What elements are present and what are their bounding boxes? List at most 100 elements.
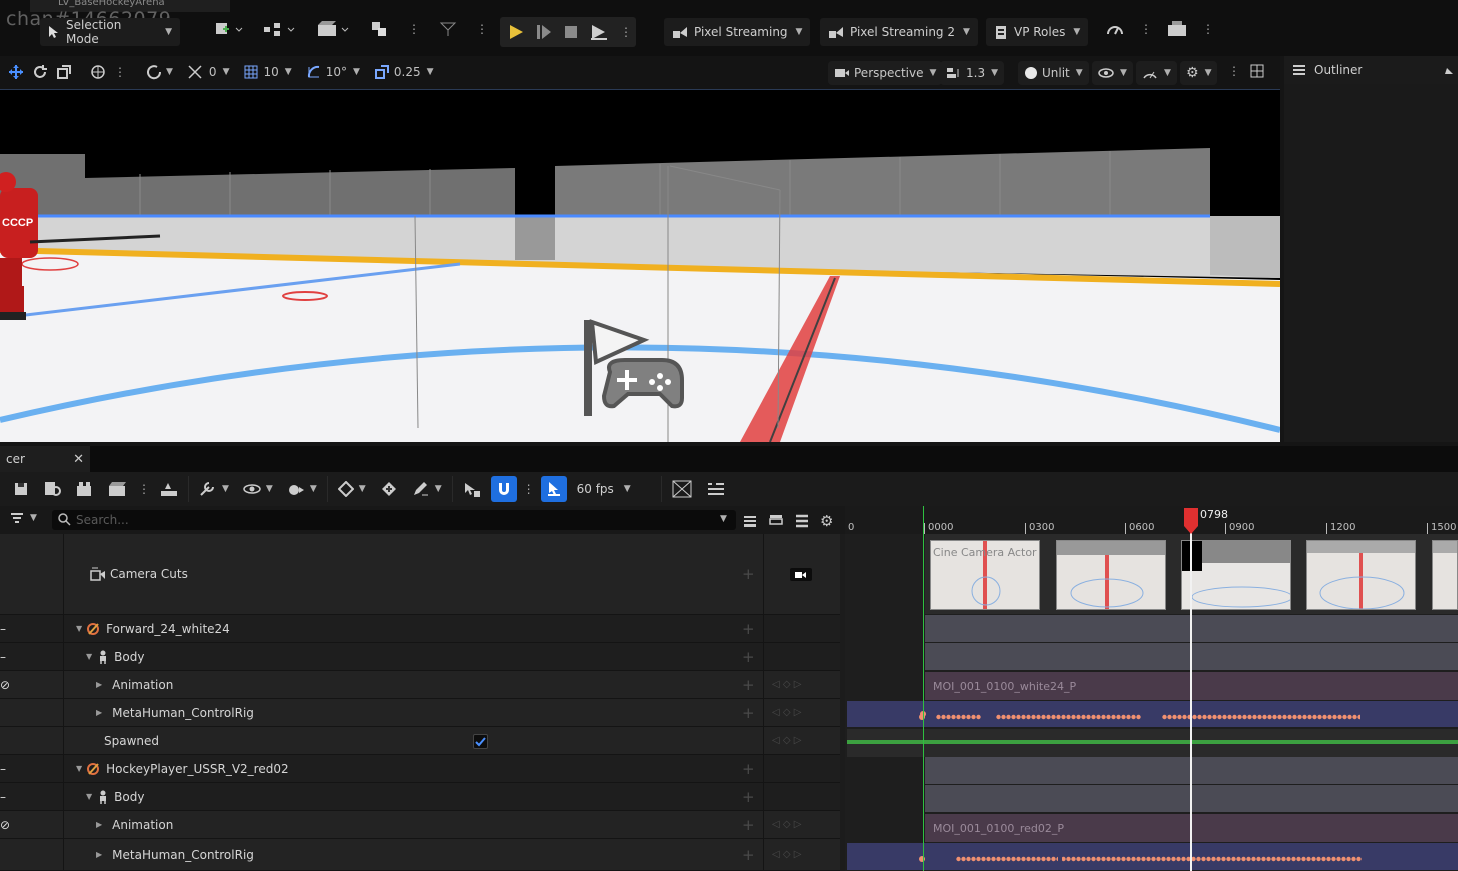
actions-icon[interactable] [156,476,182,502]
more-options-icon[interactable]: ⋮ [1228,64,1240,78]
track-row[interactable]: ▼ Body + [0,783,840,811]
key-nav-icon[interactable]: ◁ ◇ ▷ [772,811,801,838]
key-nav-icon[interactable]: ◁ ◇ ▷ [772,727,801,754]
more-options-icon[interactable]: ⋮ [408,22,420,36]
track-row[interactable]: ▼ Body + [0,643,840,671]
more-options-icon[interactable]: ⋮ [114,65,126,79]
track-row[interactable]: Spawned ◁ ◇ ▷ [0,727,840,755]
angle-snap[interactable]: 10° ▼ [306,64,360,80]
rotate-icon[interactable] [32,64,48,80]
stop-icon[interactable] [564,25,578,39]
add-track-icon[interactable]: + [742,783,755,810]
more-options-icon[interactable]: ⋮ [620,25,632,39]
gear-icon[interactable]: ⚙ [820,512,833,530]
expand-triangle-icon[interactable]: ▼ [76,624,82,633]
expand-triangle-icon[interactable]: ▶ [96,850,102,859]
add-track-icon[interactable]: + [742,643,755,670]
keyframe-strip[interactable] [1162,710,1362,721]
mode-tools-icon[interactable] [438,20,458,38]
track-row[interactable]: Camera Cuts + [0,534,840,615]
keyframe[interactable] [918,852,926,862]
camera-cut-thumbnail[interactable] [1056,540,1166,610]
close-icon[interactable]: ✕ [73,452,84,467]
select-key-icon[interactable] [459,476,485,502]
track-search-input[interactable]: Search... [52,510,736,530]
translate-icon[interactable] [8,64,24,80]
track-row[interactable]: ▶ Animation + ◁ ◇ ▷ [0,671,840,699]
more-options-icon[interactable]: ⋮ [476,22,488,36]
camera-lock-icon[interactable] [668,476,696,502]
minus-icon[interactable]: – [0,622,6,636]
add-track-icon[interactable]: + [742,811,755,838]
render-movie-icon[interactable] [104,476,132,502]
camera-lock-icon[interactable] [790,568,812,581]
time-ruler[interactable]: 0 0000 0300 0600 0900 1200 1500 [845,506,1458,534]
show-flags-dropdown[interactable]: ▼ [1092,61,1133,85]
fov-dropdown[interactable]: 1.3 ▼ [940,61,1005,85]
tools-dropdown[interactable]: ▼ [195,476,233,502]
vp-roles-dropdown[interactable]: VP Roles ▼ [986,18,1089,46]
viewport-settings-dropdown[interactable]: ⚙ ▼ [1180,61,1218,85]
keyframe-strip[interactable] [956,852,1366,863]
settings-device-icon[interactable] [1166,20,1188,38]
blueprint-icon[interactable] [262,20,298,38]
playhead-line[interactable] [1190,510,1192,871]
snap-magnet-icon[interactable] [490,476,517,502]
keyframe-strip[interactable] [936,710,1146,721]
step-icon[interactable] [536,24,552,40]
pencil-icon[interactable] [1444,65,1454,75]
track-row[interactable]: ▶ MetaHuman_ControlRig + ◁ ◇ ▷ [0,699,840,727]
scale-icon[interactable] [56,64,72,80]
track-row[interactable]: ▶ Animation + ◁ ◇ ▷ [0,811,840,839]
expand-triangle-icon[interactable]: ▶ [96,708,102,717]
track-row[interactable]: ▶ MetaHuman_ControlRig + ◁ ◇ ▷ [0,839,840,871]
outliner-panel[interactable] [1284,84,1458,442]
track-row[interactable]: ▼ HockeyPlayer_USSR_V2_red02 + [0,755,840,783]
camera-cut-thumbnail[interactable] [1306,540,1416,610]
add-track-icon[interactable]: + [742,615,755,642]
playback-options-dropdown[interactable]: ▼ [283,476,321,502]
expand-triangle-icon[interactable]: ▶ [96,680,102,689]
layout-icon[interactable] [1250,64,1264,78]
sequencer-tab[interactable]: cer ✕ [0,446,90,472]
find-in-browser-icon[interactable] [40,476,66,502]
key-nav-icon[interactable]: ◁ ◇ ▷ [772,839,801,870]
add-track-icon[interactable]: + [742,699,755,726]
camera-cut-thumbnail[interactable]: Cine Camera Actor 0 [930,540,1040,610]
more-options-icon[interactable]: ⋮ [138,482,150,496]
camera-cut-thumbnail[interactable] [1181,540,1291,610]
key-interpolation-dropdown[interactable]: ▼ [334,476,370,502]
frame-rate-dropdown[interactable]: 60 fps ▼ [573,476,635,502]
keyframes[interactable] [845,700,1458,871]
more-options-icon[interactable]: ⋮ [523,482,535,496]
key-nav-icon[interactable]: ◁ ◇ ▷ [772,699,801,726]
keyframe[interactable] [918,710,926,720]
cinematics-icon[interactable] [316,20,352,38]
add-track-icon[interactable]: + [742,839,755,870]
track-row[interactable]: ▼ Forward_24_white24 + [0,615,840,643]
play-icon[interactable] [508,24,524,40]
more-options-icon[interactable]: ⋮ [1140,22,1152,36]
minus-icon[interactable]: – [0,790,6,804]
lighting-dropdown[interactable]: Unlit ▼ [1018,61,1089,85]
build-icon[interactable] [370,20,390,38]
more-options-icon[interactable]: ⋮ [1202,22,1214,36]
world-local-icon[interactable] [90,64,106,80]
grid-snap[interactable]: 10 ▼ [243,64,292,80]
curve-editor-icon[interactable] [702,476,730,502]
add-content-icon[interactable] [214,20,244,38]
add-key-icon[interactable] [376,476,402,502]
source-control-icon[interactable] [1104,20,1126,38]
performance-dropdown[interactable]: ▼ [1136,61,1177,85]
expand-triangle-icon[interactable]: ▼ [76,764,82,773]
level-viewport[interactable]: CCCP [0,90,1280,442]
expand-triangle-icon[interactable]: ▶ [96,820,102,829]
menu-icon[interactable] [794,514,810,528]
rotation-snap[interactable]: 0 ▼ [187,64,229,80]
expand-triangle-icon[interactable]: ▼ [86,792,92,801]
add-actor-icon[interactable] [72,476,98,502]
save-icon[interactable] [8,476,34,502]
minus-icon[interactable]: – [0,762,6,776]
outliner-tab[interactable]: Outliner [1284,56,1458,84]
eject-icon[interactable] [590,24,608,40]
